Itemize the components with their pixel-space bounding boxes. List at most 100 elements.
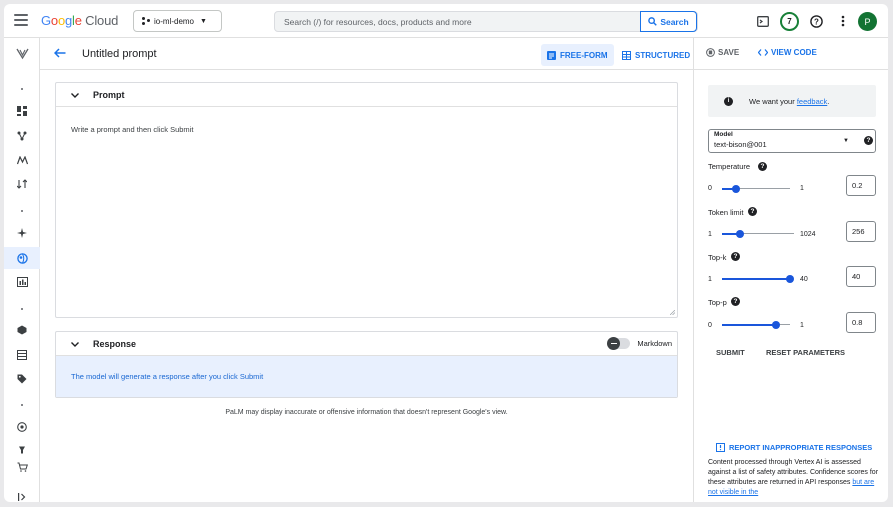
- submit-button[interactable]: SUBMIT: [716, 348, 745, 357]
- project-selector[interactable]: io-ml-demo ▼: [133, 10, 222, 32]
- structured-tab[interactable]: STRUCTURED: [616, 44, 696, 66]
- prompt-textarea[interactable]: Write a prompt and then click Submit: [71, 125, 193, 134]
- pipelines-icon[interactable]: [13, 127, 31, 145]
- top-k-max: 40: [800, 276, 808, 283]
- temperature-max: 1: [800, 185, 804, 192]
- labeling-tag-icon[interactable]: [13, 370, 31, 388]
- datasets-icon[interactable]: [13, 346, 31, 364]
- save-icon: [706, 48, 715, 57]
- google-cloud-logo[interactable]: Google Cloud: [41, 13, 118, 28]
- top-p-label: Top-p: [708, 298, 727, 307]
- panel-toolbar: SAVE VIEW CODE: [694, 38, 888, 70]
- top-k-label: Top-k: [708, 253, 727, 262]
- marketplace-icon[interactable]: [13, 458, 31, 476]
- free-form-tab[interactable]: FREE-FORM: [541, 44, 614, 66]
- response-area: The model will generate a response after…: [56, 356, 677, 397]
- vision-studio-icon[interactable]: [13, 273, 31, 291]
- view-code-button[interactable]: VIEW CODE: [758, 48, 817, 57]
- sparkle-icon[interactable]: [13, 224, 31, 242]
- chevron-collapse-icon[interactable]: [71, 339, 81, 349]
- top-p-input[interactable]: [846, 312, 876, 333]
- search-bar: Search: [274, 11, 698, 32]
- markdown-toggle[interactable]: [607, 337, 630, 350]
- pin-icon[interactable]: [13, 441, 31, 459]
- notes-icon: [547, 50, 556, 60]
- language-studio-icon[interactable]: [4, 247, 40, 269]
- save-label: SAVE: [718, 48, 740, 57]
- avatar[interactable]: P: [858, 12, 877, 31]
- page-title: Untitled prompt: [82, 48, 157, 60]
- notifications-badge[interactable]: 7: [780, 12, 799, 31]
- response-heading: Response: [93, 338, 137, 349]
- top-k-slider[interactable]: [722, 273, 794, 285]
- cloud-shell-icon[interactable]: [755, 13, 771, 29]
- token-limit-help-icon[interactable]: ?: [748, 207, 757, 216]
- search-button[interactable]: Search: [640, 11, 697, 32]
- prompt-heading: Prompt: [93, 89, 125, 100]
- expand-rail-icon[interactable]: [13, 488, 31, 502]
- report-icon: [716, 443, 725, 452]
- feedback-text: We want your feedback.: [749, 97, 829, 106]
- more-vert-icon[interactable]: [835, 13, 851, 29]
- feedback-prefix: We want your: [749, 96, 795, 106]
- feedback-banner: i We want your feedback.: [708, 85, 876, 117]
- model-help-icon[interactable]: ?: [864, 136, 873, 145]
- response-message: The model will generate a response after…: [71, 372, 264, 381]
- logo-word-google: Google: [41, 13, 82, 28]
- token-limit-slider[interactable]: [722, 228, 794, 240]
- parameters-panel: SAVE VIEW CODE i We want your feedback. …: [693, 38, 888, 502]
- top-k-help-icon[interactable]: ?: [731, 252, 740, 261]
- top-k-input[interactable]: [846, 266, 876, 287]
- project-name: io-ml-demo: [154, 16, 195, 26]
- feedback-link[interactable]: feedback: [797, 97, 827, 106]
- top-p-help-icon[interactable]: ?: [731, 297, 740, 306]
- safety-note: Content processed through Vertex AI is a…: [708, 458, 880, 498]
- slider-thumb[interactable]: [786, 275, 794, 283]
- feature-store-icon[interactable]: [13, 321, 31, 339]
- feedback-suffix: .: [827, 96, 830, 106]
- reset-parameters-button[interactable]: RESET PARAMETERS: [766, 348, 845, 357]
- structured-label: STRUCTURED: [635, 50, 691, 60]
- help-icon[interactable]: ?: [808, 13, 824, 29]
- temperature-slider[interactable]: [722, 183, 790, 195]
- slider-thumb[interactable]: [736, 230, 744, 238]
- top-k-min: 1: [708, 276, 712, 283]
- temperature-min: 0: [708, 185, 712, 192]
- free-form-label: FREE-FORM: [560, 50, 608, 60]
- temperature-label: Temperature: [708, 162, 751, 171]
- svg-text:?: ?: [814, 17, 819, 26]
- vertex-ai-logo-icon[interactable]: [13, 44, 31, 62]
- top-p-min: 0: [708, 322, 712, 329]
- menu-icon[interactable]: [14, 14, 28, 26]
- top-p-max: 1: [800, 322, 804, 329]
- code-icon: [758, 49, 768, 56]
- top-p-slider[interactable]: [722, 319, 790, 331]
- back-arrow-icon[interactable]: [53, 47, 66, 60]
- chevron-down-icon: ▼: [200, 17, 207, 25]
- model-garden-icon[interactable]: [13, 151, 31, 169]
- slider-thumb[interactable]: [772, 321, 781, 329]
- model-value: text-bison@001: [714, 140, 767, 149]
- dashboard-icon[interactable]: [13, 102, 31, 120]
- chevron-collapse-icon[interactable]: [71, 90, 81, 100]
- token-limit-max: 1024: [800, 231, 816, 238]
- slider-thumb[interactable]: [731, 185, 740, 193]
- disclaimer-text: PaLM may display inaccurate or offensive…: [225, 409, 508, 416]
- model-select[interactable]: Model text-bison@001 ▼: [708, 129, 876, 153]
- token-limit-input[interactable]: [846, 221, 876, 242]
- deploy-icon[interactable]: [13, 418, 31, 436]
- info-icon: i: [724, 96, 733, 106]
- search-button-label: Search: [660, 16, 689, 27]
- app-window: Google Cloud io-ml-demo ▼ Search 7 ? P: [4, 4, 888, 502]
- logo-word-cloud: Cloud: [85, 13, 119, 28]
- workbench-icon[interactable]: [13, 175, 31, 193]
- search-icon: [648, 17, 658, 26]
- report-responses-button[interactable]: REPORT INAPPROPRIATE RESPONSES: [716, 443, 872, 452]
- token-limit-label: Token limit: [708, 208, 744, 217]
- save-button[interactable]: SAVE: [706, 48, 739, 57]
- temperature-input[interactable]: [846, 175, 876, 196]
- search-input[interactable]: [275, 16, 635, 27]
- resize-handle-icon[interactable]: [670, 310, 675, 315]
- view-code-label: VIEW CODE: [771, 48, 817, 57]
- temperature-help-icon[interactable]: ?: [758, 162, 767, 171]
